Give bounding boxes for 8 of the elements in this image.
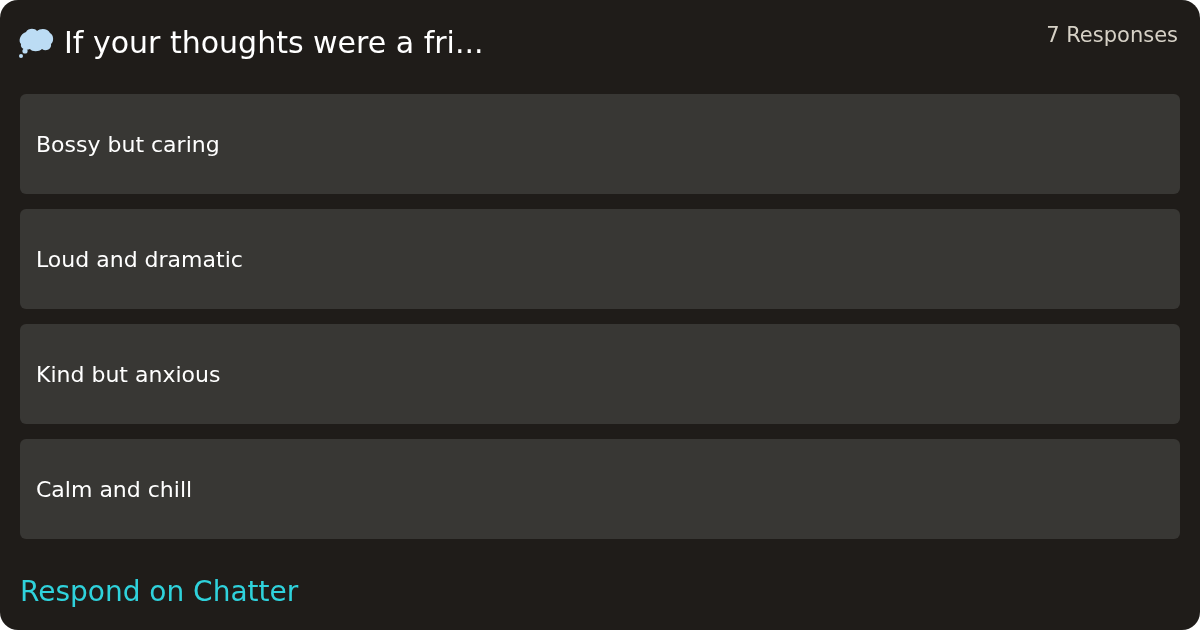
thought-bubble-icon <box>18 28 54 58</box>
option-button[interactable]: Loud and dramatic <box>20 209 1180 309</box>
respond-link[interactable]: Respond on Chatter <box>20 574 299 610</box>
option-button[interactable]: Kind but anxious <box>20 324 1180 424</box>
option-button[interactable]: Calm and chill <box>20 439 1180 539</box>
response-count: 7 Responses <box>1046 22 1178 49</box>
option-button[interactable]: Bossy but caring <box>20 94 1180 194</box>
poll-title: If your thoughts were a fri... <box>64 24 484 62</box>
